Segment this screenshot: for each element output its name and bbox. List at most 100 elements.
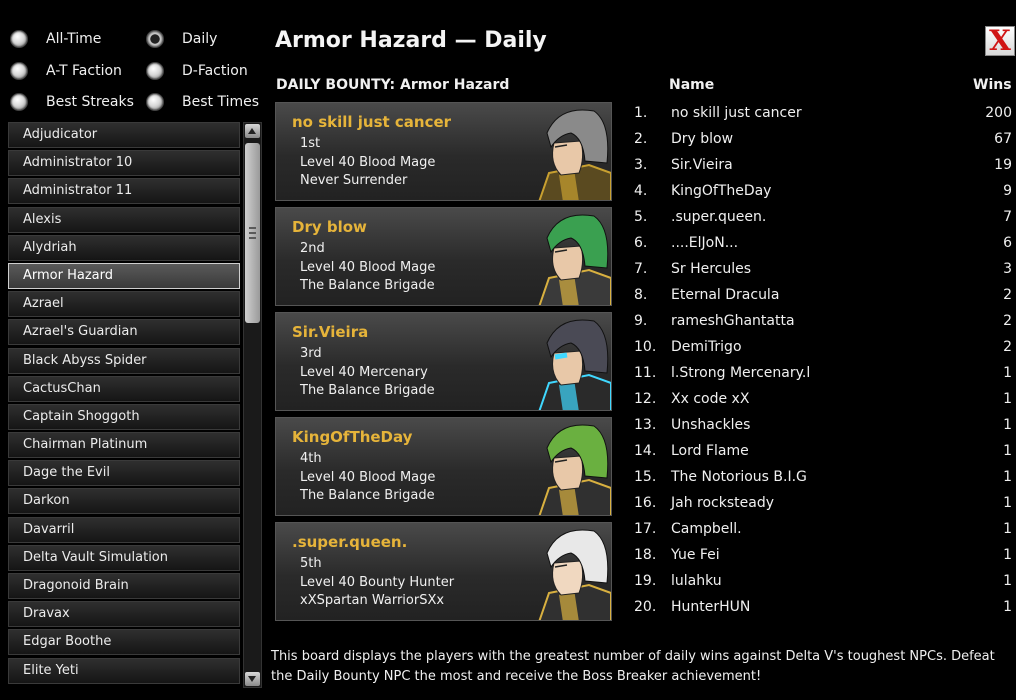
radio-icon[interactable] (146, 30, 164, 48)
win-count: 3 (1003, 261, 1012, 277)
win-count: 2 (1003, 339, 1012, 355)
win-count: 1 (1003, 547, 1012, 563)
leaderboard-row: 1. no skill just cancer 200 (634, 105, 1012, 131)
npc-list-item[interactable]: Captain Shoggoth (8, 403, 240, 430)
npc-list-item[interactable]: Elite Yeti (8, 657, 240, 684)
player-level-class: Level 40 Blood Mage (300, 470, 436, 485)
leaderboard-row: 9. rameshGhantatta 2 (634, 313, 1012, 339)
win-count: 200 (985, 105, 1012, 121)
npc-list-scrollbar[interactable] (243, 122, 262, 688)
player-card[interactable]: Sir.Vieira 3rd Level 40 Mercenary The Balan… (275, 312, 612, 411)
player-name: The Notorious B.I.G (671, 469, 807, 485)
leaderboard-row: 5. .super.queen. 7 (634, 209, 1012, 235)
player-faction: xXSpartan WarriorSXx (300, 593, 445, 608)
radio-icon[interactable] (146, 62, 164, 80)
rank-number: 18. (634, 547, 657, 563)
grip-line (249, 232, 256, 234)
player-name: KingOfTheDay (292, 428, 413, 446)
rank-number: 16. (634, 495, 657, 511)
leaderboard-row: 3. Sir.Vieira 19 (634, 157, 1012, 183)
rank-number: 2. (634, 131, 648, 147)
filter-best-times[interactable]: Best Times (146, 93, 259, 111)
leaderboard-row: 13. Unshackles 1 (634, 417, 1012, 443)
npc-list-item[interactable]: Darkon (8, 488, 240, 515)
npc-list-item[interactable]: Edgar Boothe (8, 629, 240, 656)
rank-number: 15. (634, 469, 657, 485)
grip-line (249, 237, 256, 239)
filter-best-streaks[interactable]: Best Streaks (10, 93, 134, 111)
scroll-thumb[interactable] (245, 143, 260, 323)
radio-icon[interactable] (10, 30, 28, 48)
npc-list-item[interactable]: Delta Vault Simulation (8, 544, 240, 571)
npc-list-item[interactable]: Dragonoid Brain (8, 573, 240, 599)
npc-list-item[interactable]: Azrael (8, 291, 240, 318)
npc-list-item[interactable]: Armor Hazard (8, 262, 240, 289)
radio-icon[interactable] (10, 93, 28, 111)
player-name: Jah rocksteady (671, 495, 774, 511)
filter-label: D-Faction (182, 63, 248, 79)
win-count: 1 (1003, 365, 1012, 381)
scroll-down-arrow-icon[interactable] (245, 672, 260, 686)
player-name: KingOfTheDay (671, 183, 772, 199)
player-place: 5th (300, 556, 322, 571)
player-level-class: Level 40 Blood Mage (300, 155, 436, 170)
npc-list-item[interactable]: Alexis (8, 206, 240, 233)
player-card[interactable]: .super.queen. 5th Level 40 Bounty Hunter xX… (275, 522, 612, 621)
leaderboard-row: 20. HunterHUN 1 (634, 599, 1012, 625)
leaderboard-row: 7. Sr Hercules 3 (634, 261, 1012, 287)
player-name: no skill just cancer (292, 113, 452, 131)
player-name: lulahku (671, 573, 722, 589)
filter-all-time[interactable]: All-Time (10, 30, 101, 48)
page-title: Armor Hazard — Daily (275, 28, 547, 53)
leaderboard-row: 15. The Notorious B.I.G 1 (634, 469, 1012, 495)
rank-number: 4. (634, 183, 648, 199)
radio-icon[interactable] (146, 93, 164, 111)
npc-list-item[interactable]: Black Abyss Spider (8, 347, 240, 374)
npc-list-item[interactable]: Chairman Platinum (8, 432, 240, 459)
footer-description: This board displays the players with the… (271, 649, 995, 684)
npc-list-item[interactable]: Dage the Evil (8, 460, 240, 487)
filter-at-faction[interactable]: A-T Faction (10, 62, 122, 80)
player-level-class: Level 40 Mercenary (300, 365, 428, 380)
player-name: rameshGhantatta (671, 313, 795, 329)
win-count: 1 (1003, 521, 1012, 537)
grip-line (249, 227, 256, 229)
leaderboard-row: 19. lulahku 1 (634, 573, 1012, 599)
player-faction: The Balance Brigade (300, 278, 435, 293)
npc-list-item[interactable]: Administrator 11 (8, 178, 240, 205)
win-count: 1 (1003, 391, 1012, 407)
win-count: 1 (1003, 599, 1012, 615)
filter-label: Best Streaks (46, 94, 134, 110)
player-name: l.Strong Mercenary.l (671, 365, 811, 381)
npc-list-item[interactable]: Davarril (8, 516, 240, 543)
player-faction: The Balance Brigade (300, 488, 435, 503)
win-count: 1 (1003, 469, 1012, 485)
filter-d-faction[interactable]: D-Faction (146, 62, 248, 80)
npc-list-item[interactable]: Alydriah (8, 234, 240, 261)
player-name: no skill just cancer (671, 105, 802, 121)
leaderboard-row: 4. KingOfTheDay 9 (634, 183, 1012, 209)
filter-daily[interactable]: Daily (146, 30, 217, 48)
scroll-up-arrow-icon[interactable] (245, 124, 260, 138)
npc-list-item[interactable]: Dravax (8, 601, 240, 628)
leaderboard-row: 12. Xx code xX 1 (634, 391, 1012, 417)
close-button[interactable]: X (985, 26, 1015, 56)
npc-list-item[interactable]: Administrator 10 (8, 150, 240, 177)
filter-label: All-Time (46, 31, 102, 47)
npc-list-item[interactable]: Azrael's Guardian (8, 319, 240, 346)
radio-icon[interactable] (10, 62, 28, 80)
rank-number: 20. (634, 599, 657, 615)
npc-list-item[interactable]: CactusChan (8, 375, 240, 402)
win-count: 2 (1003, 313, 1012, 329)
rank-number: 3. (634, 157, 648, 173)
player-card[interactable]: Dry blow 2nd Level 40 Blood Mage The Balanc… (275, 207, 612, 306)
win-count: 1 (1003, 573, 1012, 589)
win-count: 6 (1003, 235, 1012, 251)
leaderboard-row: 17. Campbell. 1 (634, 521, 1012, 547)
npc-list-item[interactable]: Adjudicator (8, 122, 240, 148)
player-card[interactable]: no skill just cancer 1st Level 40 Blood Ma… (275, 102, 612, 201)
leaderboard-row: 14. Lord Flame 1 (634, 443, 1012, 469)
player-card[interactable]: KingOfTheDay 4th Level 40 Blood Mage The Ba… (275, 417, 612, 516)
leaderboard-row: 10. DemiTrigo 2 (634, 339, 1012, 365)
player-name: Campbell. (671, 521, 742, 537)
